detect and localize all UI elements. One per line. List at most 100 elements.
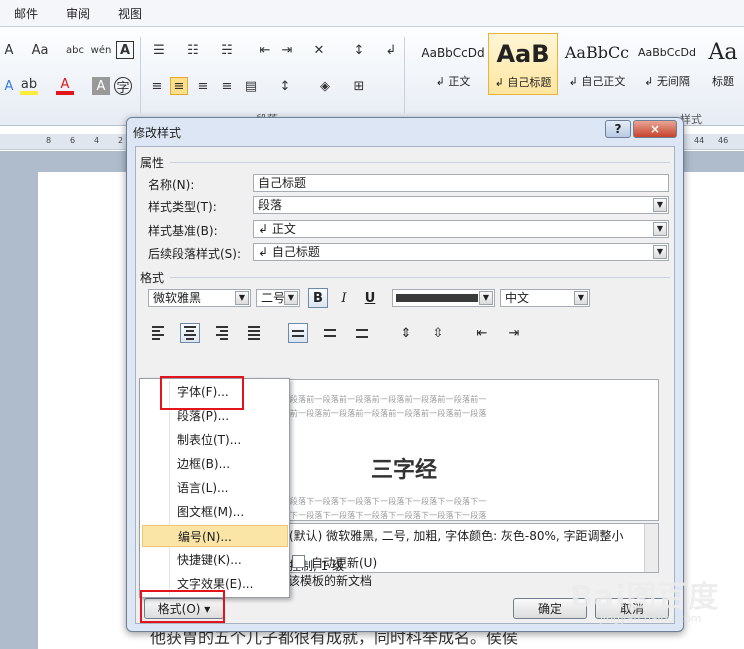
style-preview: AaBbCcDd (638, 46, 696, 59)
decrease-indent-icon[interactable]: ⇤ (472, 323, 492, 343)
align-left-icon[interactable] (148, 323, 168, 343)
style-preview: AaBbCcDd (421, 46, 485, 60)
ruler-number: 8 (46, 136, 52, 145)
decrease-indent-icon[interactable]: ⇤ (256, 41, 274, 59)
ribbon-separator (140, 37, 141, 113)
chevron-down-icon[interactable]: ▼ (653, 222, 667, 236)
increase-spacing-before-icon[interactable]: ⇕ (396, 323, 416, 343)
style-based-on-select[interactable]: ↲ 正文 ▼ (253, 220, 669, 238)
annotation-box-font (160, 376, 244, 410)
clear-format-button[interactable]: abc (66, 41, 84, 59)
menu-item-shortcut-key[interactable]: 快捷键(K)... (142, 549, 288, 571)
multilevel-list-icon[interactable]: ☵ (218, 41, 236, 59)
distributed-icon[interactable]: ▤ (242, 77, 260, 95)
align-center-icon[interactable] (180, 323, 200, 343)
tab-review[interactable]: 审阅 (66, 5, 90, 22)
shading-icon[interactable]: ◈ (316, 77, 334, 95)
name-input[interactable]: 自己标题 (253, 174, 669, 192)
char-shading-icon[interactable]: A (92, 77, 110, 95)
increase-indent-icon[interactable]: ⇥ (504, 323, 524, 343)
change-case-button[interactable]: Aa (28, 41, 52, 59)
chevron-down-icon[interactable]: ▼ (653, 198, 667, 212)
font-name-select[interactable]: 微软雅黑 ▼ (148, 289, 251, 307)
single-spacing-icon[interactable] (288, 323, 308, 343)
align-center-icon[interactable]: ≡ (170, 77, 188, 95)
font-color-swatch (396, 294, 478, 302)
style-name: ↲ 自己标题 (494, 76, 552, 89)
font-color-icon[interactable]: A (56, 77, 74, 95)
format-header: 格式 (140, 271, 165, 285)
help-button[interactable]: ? (605, 120, 631, 138)
dialog-title: 修改样式 (133, 126, 182, 140)
template-option-label: 该模板的新文档 (288, 574, 373, 588)
chinese-layout-icon[interactable]: ✕ (310, 41, 328, 59)
description-scrollbar[interactable] (644, 524, 658, 572)
menu-item-language[interactable]: 语言(L)... (142, 477, 288, 499)
script-select[interactable]: 中文 ▼ (500, 289, 590, 307)
style-normal[interactable]: AaBbCcDd ↲ 正文 (418, 33, 488, 95)
style-name: ↲ 自己正文 (568, 75, 626, 88)
menu-item-border[interactable]: 边框(B)... (142, 453, 288, 475)
justify-icon[interactable] (244, 323, 264, 343)
properties-header: 属性 (140, 156, 165, 170)
grow-font-icon[interactable]: A (0, 41, 18, 59)
menu-item-tabs[interactable]: 制表位(T)... (142, 429, 288, 451)
ruler-number: 6 (70, 136, 76, 145)
align-left-icon[interactable]: ≡ (148, 77, 166, 95)
style-name: ↲ 无间隔 (644, 75, 690, 88)
style-type-select[interactable]: 段落 ▼ (253, 196, 669, 214)
bullets-icon[interactable]: ☰ (150, 41, 168, 59)
style-preview: AaB (496, 40, 550, 68)
tab-view[interactable]: 视图 (118, 5, 142, 22)
auto-update-checkbox[interactable] (292, 555, 305, 568)
style-type-label: 样式类型(T): (148, 200, 217, 214)
menu-item-frame[interactable]: 图文框(M)... (142, 501, 288, 523)
menu-item-numbering[interactable]: 编号(N)... (142, 525, 288, 547)
style-preview: Aa (708, 40, 738, 65)
preview-heading: 三字经 (371, 458, 438, 483)
script-value: 中文 (505, 291, 530, 305)
highlight-color-icon[interactable]: ab (20, 77, 38, 95)
italic-button[interactable]: I (334, 288, 354, 308)
chevron-down-icon[interactable]: ▼ (479, 291, 493, 305)
double-spacing-icon[interactable] (352, 323, 372, 343)
style-my-heading[interactable]: AaB ↲ 自己标题 (488, 33, 558, 95)
align-right-icon[interactable]: ≡ (194, 77, 212, 95)
ruler-number: 46 (718, 136, 729, 145)
align-right-icon[interactable] (212, 323, 232, 343)
numbering-icon[interactable]: ☷ (184, 41, 202, 59)
format-dropdown-menu: 字体(F)... 段落(P)... 制表位(T)... 边框(B)... 语言(… (139, 378, 290, 598)
style-based-on-label: 样式基准(B): (148, 224, 218, 238)
font-size-select[interactable]: 二号 ▼ (256, 289, 300, 307)
style-my-body[interactable]: AaBbCc ↲ 自己正文 (562, 33, 632, 95)
style-heading[interactable]: Aa 标题 (702, 33, 744, 95)
one-half-spacing-icon[interactable] (320, 323, 340, 343)
sort-icon[interactable]: ↕ (350, 41, 368, 59)
name-label: 名称(N): (148, 178, 195, 192)
chevron-down-icon[interactable]: ▼ (574, 291, 588, 305)
bold-button[interactable]: B (308, 288, 328, 308)
borders-icon[interactable]: ⊞ (350, 77, 368, 95)
font-color-select[interactable]: ▼ (392, 289, 495, 307)
enclose-char-icon[interactable]: 字 (114, 77, 132, 96)
decrease-spacing-before-icon[interactable]: ⇳ (428, 323, 448, 343)
next-style-select[interactable]: ↲ 自己标题 ▼ (253, 243, 669, 261)
close-button[interactable]: × (633, 120, 677, 138)
next-style-label: 后续段落样式(S): (148, 247, 242, 261)
ribbon-tab-bar: 邮件 审阅 视图 (0, 0, 744, 26)
chevron-down-icon[interactable]: ▼ (235, 291, 249, 305)
chevron-down-icon[interactable]: ▼ (284, 291, 298, 305)
chevron-down-icon[interactable]: ▼ (653, 245, 667, 259)
ruler-number: 4 (94, 136, 100, 145)
char-border-button[interactable]: A (116, 41, 134, 59)
phonetic-guide-button[interactable]: wén (91, 41, 112, 59)
tab-mailings[interactable]: 邮件 (14, 5, 38, 22)
increase-indent-icon[interactable]: ⇥ (278, 41, 296, 59)
underline-button[interactable]: U (360, 288, 380, 308)
justify-icon[interactable]: ≡ (218, 77, 236, 95)
ribbon-separator (404, 37, 405, 113)
show-marks-icon[interactable]: ↲ (382, 41, 400, 59)
style-no-spacing[interactable]: AaBbCcDd ↲ 无间隔 (632, 33, 702, 95)
text-effect-icon[interactable]: A (0, 77, 18, 95)
line-spacing-icon[interactable]: ↕ (276, 77, 294, 95)
